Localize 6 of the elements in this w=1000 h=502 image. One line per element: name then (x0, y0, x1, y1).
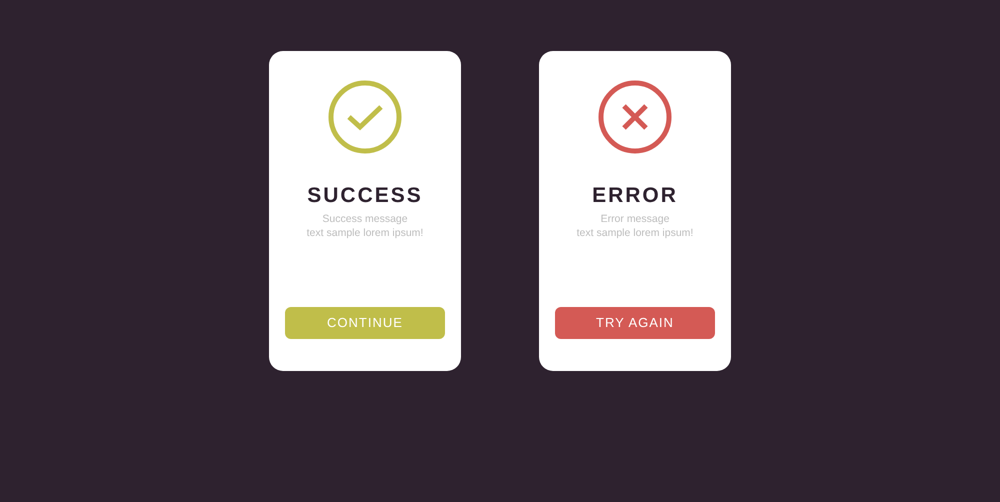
dialog-title: SUCCESS (307, 185, 423, 206)
dialog-message: Success message text sample lorem ipsum! (306, 212, 424, 240)
dialog-title: ERROR (592, 185, 678, 206)
action-button[interactable]: CONTINUE (285, 307, 445, 339)
dialog-message: Error message text sample lorem ipsum! (576, 212, 694, 240)
action-button[interactable]: TRY AGAIN (555, 307, 715, 339)
